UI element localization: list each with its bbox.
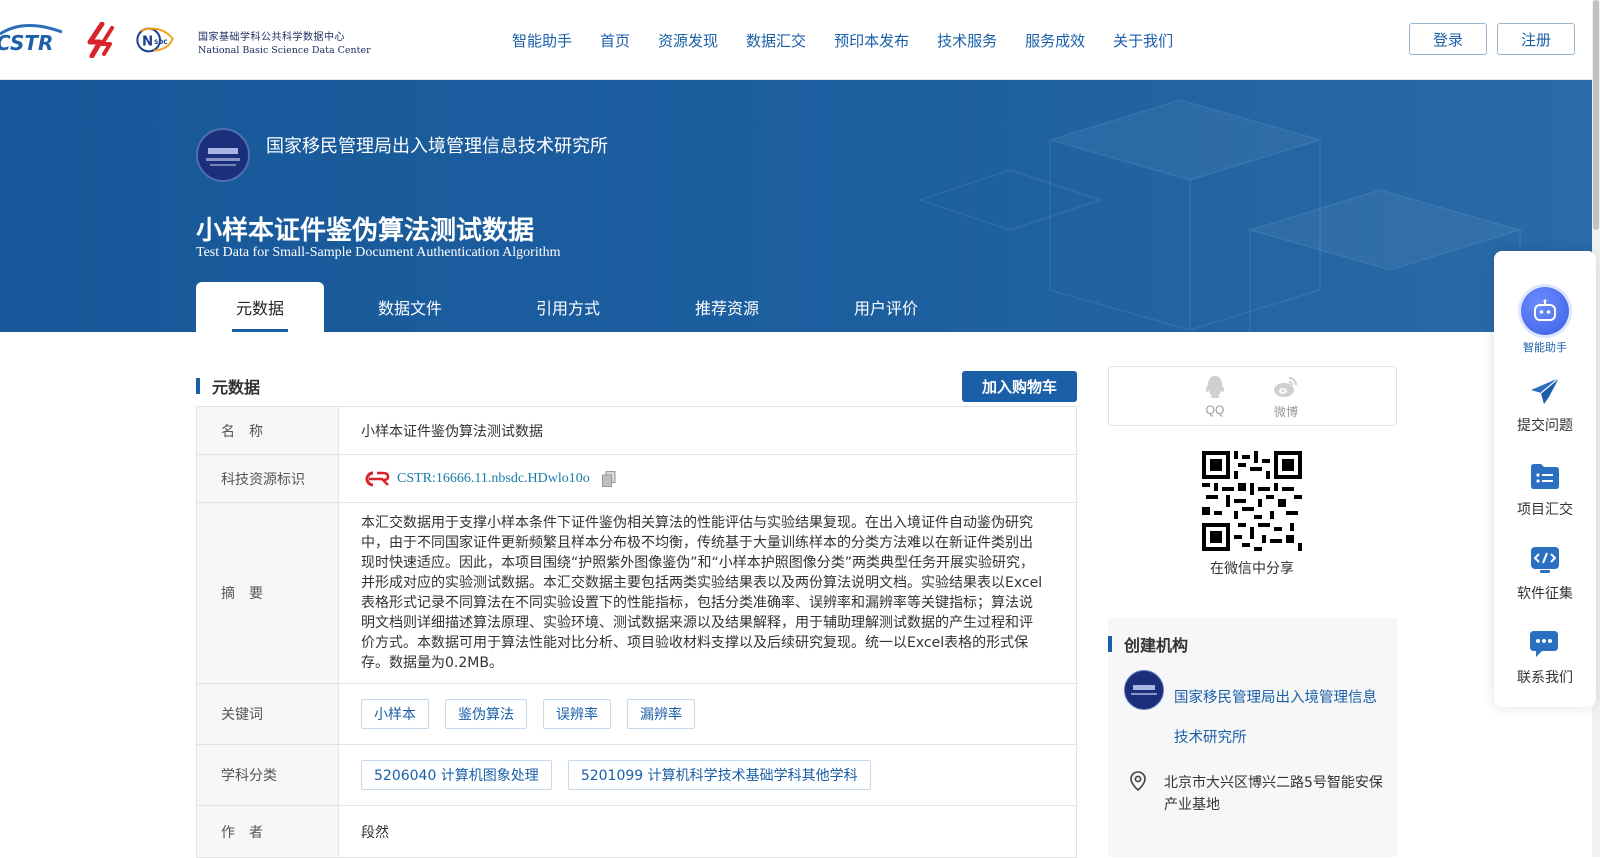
value-cstr: CSTR:16666.11.nbsdc.HDwlo10o [339,455,1076,502]
section-accent-bar [1108,636,1112,652]
banner-org-name[interactable]: 国家移民管理局出入境管理信息技术研究所 [266,132,608,158]
metadata-section-header: 元数据 [196,374,260,398]
creator-section-header: 创建机构 [1108,632,1188,656]
share-qq[interactable]: QQ [1204,375,1226,417]
main-nav: 智能助手 首页 资源发现 数据汇交 预印本发布 技术服务 服务成效 关于我们 [512,30,1201,51]
nsdc-name: 国家基础学科公共科学数据中心 National Basic Science Da… [198,33,371,56]
value-abstract: 本汇交数据用于支撑小样本条件下证件鉴伪相关算法的性能评估与实验结果复现。在出入境… [339,503,1076,683]
scrollbar-thumb[interactable] [1593,0,1599,230]
metadata-table: 名 称 小样本证件鉴伪算法测试数据 科技资源标识 CSTR:16666.11.n… [196,406,1077,858]
share-box: QQ 微博 [1108,366,1397,426]
dataset-title: 小样本证件鉴伪算法测试数据 [196,216,535,246]
qq-icon [1205,376,1225,398]
creator-section-title: 创建机构 [1124,636,1189,655]
share-weibo-label: 微博 [1273,405,1298,419]
tab-user-reviews[interactable]: 用户评价 [814,282,958,332]
cstr-logo[interactable]: CSTR [0,20,66,56]
table-row-author: 作 者 段然 [197,806,1076,858]
subject-tag[interactable]: 5206040 计算机图象处理 [361,760,552,790]
label-author: 作 者 [197,806,339,857]
float-ai-assistant[interactable]: 智能助手 [1494,287,1596,355]
float-contact-us[interactable]: 联系我们 [1494,627,1596,687]
dataset-subtitle-en: Test Data for Small-Sample Document Auth… [196,245,561,260]
svg-text:N: N [142,34,153,49]
add-to-cart-button[interactable]: 加入购物车 [962,371,1077,402]
keyword-tag[interactable]: 误辨率 [543,699,611,729]
keyword-tag[interactable]: 漏辨率 [627,699,695,729]
dataset-banner: 国家移民管理局出入境管理信息技术研究所 小样本证件鉴伪算法测试数据 Test D… [0,80,1592,332]
login-button[interactable]: 登录 [1409,23,1487,55]
s-brand-logo[interactable] [80,22,120,58]
creator-org-panel: 创建机构 国家移民管理局出入境管理信息技术研究所 北京市大兴区博兴二路5号智能安… [1108,618,1397,857]
nav-item-data-submission[interactable]: 数据汇交 [746,30,806,51]
paper-plane-icon [1531,377,1560,404]
creator-org-avatar [1124,670,1164,710]
floating-tools-panel: 智能助手 提交问题 项目汇交 软件征集 联系我们 [1494,251,1596,707]
dataset-tabs: 元数据 数据文件 引用方式 推荐资源 用户评价 [196,282,958,332]
nav-item-preprint[interactable]: 预印本发布 [834,30,909,51]
location-pin-icon [1130,771,1146,792]
float-software-collect-label: 软件征集 [1517,586,1573,602]
cstr-link[interactable]: CSTR:16666.11.nbsdc.HDwlo10o [397,471,590,487]
label-name: 名 称 [197,407,339,454]
float-submit-issue-label: 提交问题 [1517,418,1573,434]
float-ai-assistant-label: 智能助手 [1523,341,1567,354]
keyword-tag[interactable]: 鉴伪算法 [445,699,527,729]
value-keywords: 小样本 鉴伪算法 误辨率 漏辨率 [339,684,1076,744]
cstr-logo-text: CSTR [0,31,53,55]
nav-item-ai-assistant[interactable]: 智能助手 [512,30,572,51]
float-project-collect[interactable]: 项目汇交 [1494,459,1596,519]
table-row-subject: 学科分类 5206040 计算机图象处理 5201099 计算机科学技术基础学科… [197,745,1076,806]
value-subject: 5206040 计算机图象处理 5201099 计算机科学技术基础学科其他学科 [339,745,1076,805]
tab-data-files[interactable]: 数据文件 [324,282,496,332]
share-weibo[interactable]: 微博 [1273,375,1299,420]
nav-item-service-results[interactable]: 服务成效 [1025,30,1085,51]
robot-icon [1521,287,1569,335]
label-cstr: 科技资源标识 [197,455,339,502]
float-contact-us-label: 联系我们 [1517,670,1573,686]
folder-list-icon [1531,464,1559,489]
keyword-tag[interactable]: 小样本 [361,699,429,729]
table-row-name: 名 称 小样本证件鉴伪算法测试数据 [197,407,1076,455]
float-project-collect-label: 项目汇交 [1517,502,1573,518]
nsdc-name-en: National Basic Science Data Center [198,45,371,56]
chat-bubble-icon [1530,631,1558,657]
nav-item-tech-service[interactable]: 技术服务 [937,30,997,51]
org-avatar [196,128,250,182]
cstr-icon [365,471,390,486]
tab-citation[interactable]: 引用方式 [496,282,640,332]
nav-item-about-us[interactable]: 关于我们 [1113,30,1173,51]
float-submit-issue[interactable]: 提交问题 [1494,375,1596,435]
tab-recommended[interactable]: 推荐资源 [640,282,814,332]
label-abstract: 摘 要 [197,503,339,683]
wechat-share-caption: 在微信中分享 [1210,561,1294,577]
nsdc-name-cn: 国家基础学科公共科学数据中心 [198,32,345,43]
metadata-section-title: 元数据 [212,378,261,397]
register-button[interactable]: 注册 [1497,23,1575,55]
table-row-cstr: 科技资源标识 CSTR:16666.11.nbsdc.HDwlo10o [197,455,1076,503]
value-author: 段然 [361,824,389,841]
nsdc-logo[interactable]: N SDC [134,20,174,60]
wechat-qr-code [1202,451,1302,551]
table-row-keywords: 关键词 小样本 鉴伪算法 误辨率 漏辨率 [197,684,1076,745]
nav-item-home[interactable]: 首页 [600,30,630,51]
value-name: 小样本证件鉴伪算法测试数据 [361,423,543,440]
weibo-icon [1274,377,1297,397]
creator-address: 北京市大兴区博兴二路5号智能安保产业基地 [1164,775,1383,813]
section-accent-bar [196,378,200,394]
subject-tag[interactable]: 5201099 计算机科学技术基础学科其他学科 [567,760,871,790]
svg-text:SDC: SDC [154,39,168,46]
abstract-text: 本汇交数据用于支撑小样本条件下证件鉴伪相关算法的性能评估与实验结果复现。在出入境… [361,515,1043,671]
label-keywords: 关键词 [197,684,339,744]
copy-icon[interactable] [601,470,616,487]
top-navigation-bar: CSTR N SDC 国家基础学科公共科学数据中心 National Basic… [0,0,1592,80]
share-qq-label: QQ [1205,403,1225,417]
label-subject: 学科分类 [197,745,339,805]
tab-metadata[interactable]: 元数据 [196,282,324,332]
nav-item-resource-discovery[interactable]: 资源发现 [658,30,718,51]
table-row-abstract: 摘 要 本汇交数据用于支撑小样本条件下证件鉴伪相关算法的性能评估与实验结果复现。… [197,503,1076,684]
float-software-collect[interactable]: 软件征集 [1494,543,1596,603]
code-icon [1531,547,1559,573]
creator-org-link[interactable]: 国家移民管理局出入境管理信息技术研究所 [1174,678,1384,758]
